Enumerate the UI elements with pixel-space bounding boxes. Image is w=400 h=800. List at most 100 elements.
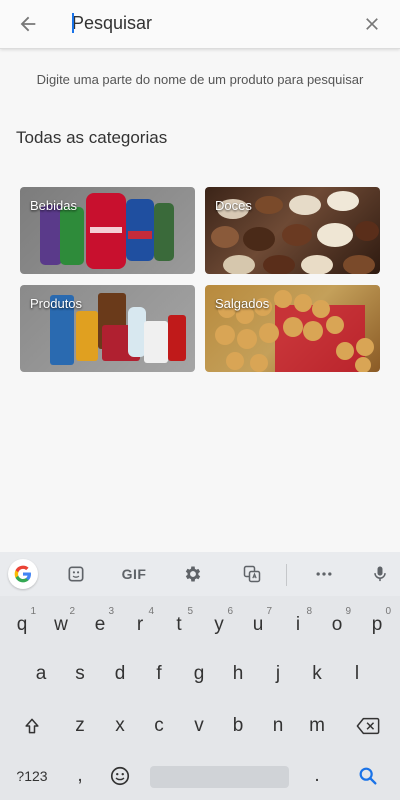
category-label: Doces bbox=[215, 198, 252, 213]
key-label: a bbox=[35, 663, 47, 684]
key-label: k bbox=[312, 663, 322, 684]
key-label: e bbox=[94, 614, 106, 635]
key-label: j bbox=[275, 663, 281, 684]
category-label: Bebidas bbox=[30, 198, 77, 213]
key-label: r bbox=[136, 614, 144, 635]
key-label: x bbox=[115, 715, 125, 736]
search-icon bbox=[359, 767, 377, 785]
back-button[interactable] bbox=[14, 10, 42, 38]
search-key[interactable] bbox=[350, 753, 386, 799]
key-t[interactable]: 5t bbox=[161, 602, 197, 648]
category-grid: Bebidas Doces Produtos Salgados bbox=[20, 187, 380, 373]
settings-button[interactable] bbox=[181, 559, 205, 589]
emoji-icon bbox=[110, 766, 130, 786]
key-hint: 5 bbox=[187, 606, 193, 617]
key-b[interactable]: b bbox=[220, 703, 256, 749]
sticker-button[interactable] bbox=[64, 559, 88, 589]
key-label: q bbox=[16, 614, 28, 635]
soft-keyboard: GIF 1q 2w 3 e 4 r 5 t 6 y 7 u 8 i 9 o 0 … bbox=[0, 552, 400, 800]
key-i[interactable]: 8i bbox=[280, 602, 316, 648]
period-key[interactable]: . bbox=[299, 753, 335, 799]
key-r[interactable]: 4r bbox=[122, 602, 158, 648]
category-card-doces[interactable]: Doces bbox=[205, 187, 380, 274]
key-label: d bbox=[114, 663, 126, 684]
key-label: h bbox=[232, 663, 244, 684]
key-hint: 4 bbox=[148, 606, 154, 617]
backspace-key[interactable] bbox=[350, 703, 386, 749]
category-card-produtos[interactable]: Produtos bbox=[20, 285, 195, 372]
key-w[interactable]: 2w bbox=[43, 602, 79, 648]
key-n[interactable]: n bbox=[260, 703, 296, 749]
search-app-bar bbox=[0, 0, 400, 49]
spacebar[interactable] bbox=[150, 766, 289, 788]
backspace-icon bbox=[356, 717, 380, 735]
more-horizontal-icon bbox=[316, 572, 332, 576]
comma-key[interactable]: , bbox=[62, 753, 98, 799]
key-o[interactable]: 9o bbox=[319, 602, 355, 648]
gear-icon bbox=[185, 566, 201, 582]
key-label: , bbox=[77, 765, 83, 786]
key-x[interactable]: x bbox=[102, 703, 138, 749]
symbols-key[interactable]: ?123 bbox=[12, 753, 52, 799]
category-label: Produtos bbox=[30, 296, 83, 311]
key-s[interactable]: s bbox=[62, 651, 98, 697]
key-label: v bbox=[194, 715, 204, 736]
key-d[interactable]: d bbox=[102, 651, 138, 697]
key-k[interactable]: k bbox=[299, 651, 335, 697]
key-label: t bbox=[176, 614, 182, 635]
gif-label: GIF bbox=[121, 566, 147, 582]
key-label: y bbox=[214, 614, 224, 635]
key-f[interactable]: f bbox=[141, 651, 177, 697]
key-p[interactable]: 0p bbox=[359, 602, 395, 648]
key-hint: 0 bbox=[385, 606, 391, 617]
key-c[interactable]: c bbox=[141, 703, 177, 749]
voice-input-button[interactable] bbox=[368, 559, 392, 589]
key-e[interactable]: 3e bbox=[82, 602, 118, 648]
category-card-salgados[interactable]: Salgados bbox=[205, 285, 380, 372]
gif-button[interactable]: GIF bbox=[118, 559, 150, 589]
translate-icon bbox=[243, 565, 261, 583]
key-label: u bbox=[252, 614, 264, 635]
key-q[interactable]: 1q bbox=[4, 602, 40, 648]
key-h[interactable]: h bbox=[220, 651, 256, 697]
clear-search-button[interactable] bbox=[358, 10, 386, 38]
key-m[interactable]: m bbox=[299, 703, 335, 749]
translate-button[interactable] bbox=[240, 559, 264, 589]
emoji-key[interactable] bbox=[102, 753, 138, 799]
search-input[interactable] bbox=[72, 8, 352, 38]
key-label: l bbox=[354, 663, 360, 684]
keyboard-toolbar: GIF bbox=[0, 552, 400, 596]
key-z[interactable]: z bbox=[62, 703, 98, 749]
key-label: f bbox=[156, 663, 162, 684]
key-v[interactable]: v bbox=[181, 703, 217, 749]
google-button[interactable] bbox=[8, 559, 38, 589]
key-hint: 1 bbox=[30, 606, 36, 617]
key-label: c bbox=[154, 715, 164, 736]
shift-arrow-icon bbox=[25, 718, 39, 734]
shift-key[interactable] bbox=[14, 703, 50, 749]
key-label: p bbox=[371, 614, 383, 635]
key-label: o bbox=[331, 614, 343, 635]
key-l[interactable]: l bbox=[339, 651, 375, 697]
key-label: z bbox=[75, 715, 85, 736]
key-a[interactable]: a bbox=[23, 651, 59, 697]
close-icon bbox=[366, 18, 378, 30]
key-label: b bbox=[232, 715, 244, 736]
key-label: n bbox=[272, 715, 284, 736]
key-y[interactable]: 6y bbox=[201, 602, 237, 648]
key-j[interactable]: j bbox=[260, 651, 296, 697]
key-hint: 6 bbox=[227, 606, 233, 617]
key-hint: 8 bbox=[306, 606, 312, 617]
text-caret bbox=[72, 13, 74, 33]
google-g-icon bbox=[14, 565, 31, 583]
key-label: g bbox=[193, 663, 205, 684]
category-card-bebidas[interactable]: Bebidas bbox=[20, 187, 195, 274]
category-label: Salgados bbox=[215, 296, 270, 311]
key-hint: 9 bbox=[345, 606, 351, 617]
search-hint-text: Digite uma parte do nome de um produto p… bbox=[36, 72, 364, 87]
more-options-button[interactable] bbox=[312, 559, 336, 589]
key-g[interactable]: g bbox=[181, 651, 217, 697]
microphone-icon bbox=[374, 566, 386, 582]
key-label: s bbox=[75, 663, 85, 684]
key-u[interactable]: 7u bbox=[240, 602, 276, 648]
